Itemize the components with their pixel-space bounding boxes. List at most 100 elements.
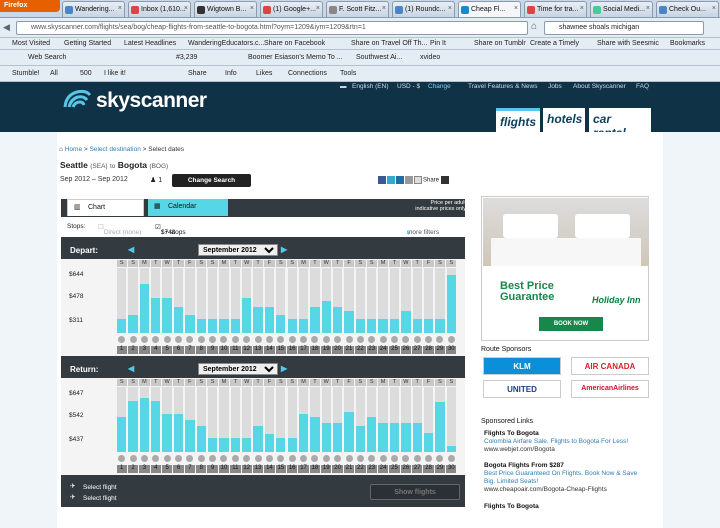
select-day-radio[interactable] xyxy=(356,455,364,462)
share-label[interactable]: Share xyxy=(423,178,439,184)
select-day-radio[interactable] xyxy=(277,336,285,343)
price-bar[interactable] xyxy=(230,319,241,333)
select-day-radio[interactable] xyxy=(152,336,160,343)
select-day-radio[interactable] xyxy=(231,455,239,462)
price-bar[interactable] xyxy=(310,417,320,452)
close-tab-icon[interactable]: × xyxy=(184,5,188,12)
price-bar[interactable] xyxy=(378,423,388,452)
price-bar[interactable] xyxy=(310,307,320,333)
next-month-icon[interactable]: ▶ xyxy=(281,245,287,254)
select-day-radio[interactable] xyxy=(447,455,455,462)
price-bar[interactable] xyxy=(151,401,161,452)
price-bar[interactable] xyxy=(128,401,138,452)
toolbar-item[interactable]: Web Search xyxy=(28,54,66,61)
bookmark-item[interactable]: Share on Travel Off Th... xyxy=(351,40,427,47)
breadcrumb-home[interactable]: Home xyxy=(65,146,82,153)
price-bar[interactable] xyxy=(298,319,309,333)
select-day-radio[interactable] xyxy=(175,455,183,462)
price-bar[interactable] xyxy=(207,319,218,333)
browser-tab[interactable]: (1) Roundc... × xyxy=(392,1,455,17)
select-day-radio[interactable] xyxy=(322,336,330,343)
price-bar[interactable] xyxy=(162,298,172,333)
price-bar[interactable] xyxy=(321,423,331,452)
select-day-radio[interactable] xyxy=(163,336,171,343)
price-bar[interactable] xyxy=(298,414,309,452)
price-bar[interactable] xyxy=(139,284,150,333)
price-bar[interactable] xyxy=(162,414,172,452)
price-bar[interactable] xyxy=(128,315,138,333)
select-day-radio[interactable] xyxy=(288,455,296,462)
sponsor-klm[interactable]: KLM xyxy=(483,357,561,375)
price-bar[interactable] xyxy=(276,438,286,452)
select-day-radio[interactable] xyxy=(311,336,319,343)
price-bar[interactable] xyxy=(173,307,184,333)
tab-calendar[interactable]: ▦ Calendar xyxy=(148,199,228,216)
browser-tab[interactable]: Inbox (1,610... × xyxy=(128,1,191,17)
sponsored-link[interactable]: Flights To Bogota Colombia Airfare Sale.… xyxy=(484,430,649,454)
close-tab-icon[interactable]: × xyxy=(514,5,518,12)
select-day-radio[interactable] xyxy=(197,455,205,462)
close-tab-icon[interactable]: × xyxy=(712,5,716,12)
bookmark-item[interactable]: WanderingEducators.c... xyxy=(188,40,264,47)
select-day-radio[interactable] xyxy=(425,336,433,343)
price-bar[interactable] xyxy=(401,311,411,333)
price-bar[interactable] xyxy=(151,298,161,333)
toolbar-item[interactable]: Connections xyxy=(288,70,327,77)
browser-tab[interactable]: F. Scott Fitz... × xyxy=(326,1,389,17)
price-bar[interactable] xyxy=(344,412,354,452)
nav-hotels[interactable]: hotels xyxy=(543,108,585,132)
price-bar[interactable] xyxy=(287,319,297,333)
price-bar[interactable] xyxy=(401,423,411,452)
select-day-radio[interactable] xyxy=(209,455,217,462)
bookmark-item[interactable]: Bookmarks xyxy=(670,40,705,47)
price-bar[interactable] xyxy=(196,319,206,333)
price-bar[interactable] xyxy=(139,398,150,452)
email-icon[interactable] xyxy=(405,176,413,184)
select-day-radio[interactable] xyxy=(288,336,296,343)
browser-tab[interactable]: Cheap Fl... × xyxy=(458,1,521,17)
toolbar-item[interactable]: Stumble! xyxy=(12,70,40,77)
price-bar[interactable] xyxy=(367,417,377,452)
select-day-radio[interactable] xyxy=(152,455,160,462)
price-bar[interactable] xyxy=(253,426,263,452)
price-bar[interactable] xyxy=(253,307,263,333)
price-bar[interactable] xyxy=(287,438,297,452)
depart-month-select[interactable]: September 2012 xyxy=(198,244,278,256)
toolbar-item[interactable]: Likes xyxy=(256,70,272,77)
select-day-radio[interactable] xyxy=(413,336,421,343)
sponsored-link[interactable]: Bogota Flights From $287 Best Price Guar… xyxy=(484,462,649,494)
close-tab-icon[interactable]: × xyxy=(448,5,452,12)
browser-tab[interactable]: Time for tra... × xyxy=(524,1,587,17)
price-bar[interactable] xyxy=(185,420,195,452)
select-day-radio[interactable] xyxy=(311,455,319,462)
select-day-radio[interactable] xyxy=(265,455,273,462)
select-day-radio[interactable] xyxy=(265,336,273,343)
price-bar[interactable] xyxy=(230,438,241,452)
bookmark-item[interactable]: Create a Timely xyxy=(530,40,579,47)
change-search-button[interactable]: Change Search xyxy=(172,174,251,187)
select-day-radio[interactable] xyxy=(300,336,308,343)
price-bar[interactable] xyxy=(355,319,366,333)
select-day-radio[interactable] xyxy=(436,455,444,462)
price-bar[interactable] xyxy=(344,311,354,333)
prev-month-icon[interactable]: ◀ xyxy=(128,245,134,254)
toolbar-item[interactable]: Info xyxy=(225,70,237,77)
price-bar[interactable] xyxy=(412,423,422,452)
select-day-radio[interactable] xyxy=(140,336,148,343)
browser-tab[interactable]: Wigtown B... × xyxy=(194,1,257,17)
close-tab-icon[interactable]: × xyxy=(118,5,122,12)
home-icon[interactable]: ⌂ xyxy=(531,21,537,32)
price-bar[interactable] xyxy=(185,315,195,333)
prev-month-icon[interactable]: ◀ xyxy=(128,364,134,373)
toolbar-item[interactable]: I like it! xyxy=(104,70,126,77)
select-day-radio[interactable] xyxy=(163,455,171,462)
price-bar[interactable] xyxy=(378,319,388,333)
bookmark-item[interactable]: Most Visited xyxy=(12,40,50,47)
select-day-radio[interactable] xyxy=(379,336,387,343)
book-now-button[interactable]: BOOK NOW xyxy=(539,317,603,331)
select-day-radio[interactable] xyxy=(300,455,308,462)
price-bar[interactable] xyxy=(446,275,456,333)
price-bar[interactable] xyxy=(196,426,206,452)
sponsor-air-canada[interactable]: AIR CANADA xyxy=(571,357,649,375)
price-bar[interactable] xyxy=(219,319,229,333)
